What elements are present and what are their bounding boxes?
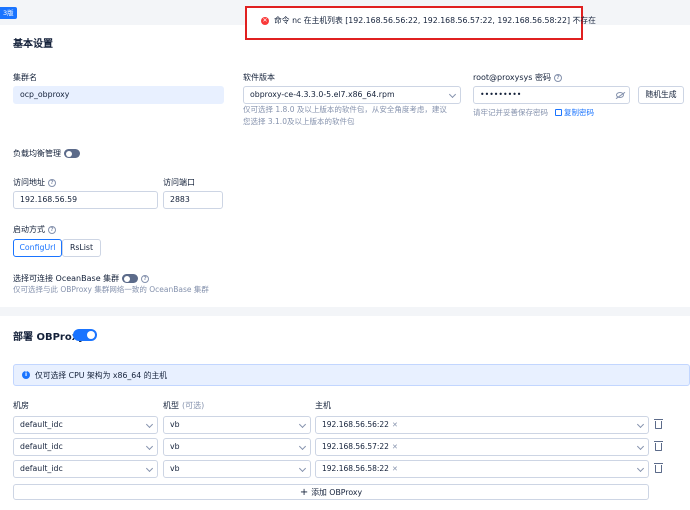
error-icon: ✕ [261, 16, 269, 25]
model-select[interactable]: vb [163, 416, 311, 434]
trash-icon[interactable] [654, 463, 663, 473]
host-tag: 192.168.56.56:22 ✕ [322, 417, 398, 433]
host-tag-label: 192.168.56.58:22 [322, 464, 389, 473]
access-addr-label: 访问地址 [13, 178, 45, 187]
version-select[interactable]: obproxy-ce-4.3.3.0-5.el7.x86_64.rpm [243, 86, 461, 104]
chevron-down-icon [636, 442, 645, 451]
chevron-down-icon [145, 464, 154, 473]
access-addr-label-row: 访问地址 ? [13, 177, 56, 188]
col-idc-header: 机房 [13, 401, 29, 410]
close-icon[interactable]: ✕ [392, 461, 398, 477]
toast-message: 命令 nc 在主机列表 [192.168.56.56:22, 192.168.5… [274, 16, 596, 25]
col-host-header: 主机 [315, 401, 331, 410]
col-model-label: 机型 [163, 401, 179, 410]
chevron-down-icon [145, 420, 154, 429]
connect-label-row: 选择可连接 OceanBase 集群 ? [13, 273, 150, 284]
idc-value: default_idc [20, 442, 63, 451]
cluster-name-label: 集群名 [13, 73, 37, 82]
error-toast: ✕ 命令 nc 在主机列表 [192.168.56.56:22, 192.168… [245, 6, 596, 40]
start-mode-rslist[interactable]: RsList [62, 239, 101, 257]
chevron-down-icon [448, 90, 457, 99]
password-value: ••••••••• [480, 90, 522, 99]
chevron-down-icon [298, 464, 307, 473]
access-addr-input[interactable]: 192.168.56.59 [13, 191, 158, 209]
start-mode-label: 启动方式 [13, 225, 45, 234]
password-label-row: root@proxysys 密码 ? [473, 72, 562, 83]
basic-settings-panel: 基本设置 集群名 ocp_obproxy 软件版本 obproxy-ce-4.3… [0, 25, 690, 307]
password-input[interactable]: ••••••••• [473, 86, 630, 104]
access-port-label: 访问端口 [163, 178, 195, 187]
chevron-down-icon [636, 464, 645, 473]
deploy-toggle[interactable] [73, 329, 97, 341]
lb-toggle[interactable] [64, 149, 80, 158]
idc-value: default_idc [20, 420, 63, 429]
chevron-down-icon [636, 420, 645, 429]
model-select[interactable]: vb [163, 438, 311, 456]
deploy-panel: 部署 OBProxy [0, 316, 690, 510]
host-tag-label: 192.168.56.56:22 [322, 420, 389, 429]
version-label: 软件版本 [243, 73, 275, 82]
connect-label: 选择可连接 OceanBase 集群 [13, 274, 120, 283]
trash-icon[interactable] [654, 441, 663, 451]
help-icon[interactable]: ? [553, 73, 562, 82]
host-select[interactable]: 192.168.56.57:22 ✕ [315, 438, 649, 456]
col-model-optional: (可选) [182, 401, 205, 410]
help-icon[interactable]: ? [48, 225, 56, 234]
host-select[interactable]: 192.168.56.56:22 ✕ [315, 416, 649, 434]
model-value: vb [170, 420, 180, 429]
chevron-down-icon [298, 420, 307, 429]
close-icon[interactable]: ✕ [392, 417, 398, 433]
idc-select[interactable]: default_idc [13, 416, 158, 434]
host-tag: 192.168.56.57:22 ✕ [322, 439, 398, 455]
add-obproxy-button[interactable]: + 添加 OBProxy [13, 484, 649, 500]
host-select[interactable]: 192.168.56.58:22 ✕ [315, 460, 649, 478]
model-value: vb [170, 464, 180, 473]
chevron-down-icon [145, 442, 154, 451]
chevron-down-icon [298, 442, 307, 451]
col-model-header: 机型 (可选) [163, 400, 204, 411]
connect-hint: 仅可选择与此 OBProxy 集群网络一致的 OceanBase 集群 [13, 285, 209, 294]
host-tag: 192.168.56.58:22 ✕ [322, 461, 398, 477]
random-generate-button[interactable]: 随机生成 [638, 86, 684, 104]
access-port-input[interactable]: 2883 [163, 191, 223, 209]
close-icon[interactable]: ✕ [392, 439, 398, 455]
eye-off-icon[interactable] [616, 92, 624, 98]
info-text: 仅可选择 CPU 架构为 x86_64 的主机 [35, 370, 168, 380]
cluster-name-input[interactable]: ocp_obproxy [13, 86, 224, 104]
corner-badge: 3版 [0, 7, 17, 19]
copy-password-link[interactable]: 复制密码 [555, 107, 594, 118]
copy-icon [555, 109, 562, 116]
idc-select[interactable]: default_idc [13, 438, 158, 456]
info-alert: i 仅可选择 CPU 架构为 x86_64 的主机 [13, 364, 690, 386]
password-label: root@proxysys 密码 [473, 73, 551, 82]
host-tag-label: 192.168.56.57:22 [322, 442, 389, 451]
plus-icon: + [299, 486, 309, 498]
help-icon[interactable]: ? [48, 178, 56, 187]
lb-label: 负载均衡管理 [13, 149, 61, 158]
info-icon: i [22, 371, 30, 379]
help-icon[interactable]: ? [141, 274, 150, 283]
idc-select[interactable]: default_idc [13, 460, 158, 478]
copy-password-label: 复制密码 [564, 108, 594, 117]
model-select[interactable]: vb [163, 460, 311, 478]
version-hint-1: 仅可选择 1.8.0 及以上版本的软件包，从安全角度考虑，建议 [243, 105, 447, 114]
connect-toggle[interactable] [122, 274, 139, 283]
version-value: obproxy-ce-4.3.3.0-5.el7.x86_64.rpm [250, 90, 395, 99]
idc-value: default_idc [20, 464, 63, 473]
basic-settings-title: 基本设置 [13, 39, 53, 50]
start-mode-configurl[interactable]: ConfigUrl [13, 239, 62, 257]
version-hint-2: 您选择 3.1.0及以上版本的软件包 [243, 117, 355, 126]
model-value: vb [170, 442, 180, 451]
add-obproxy-label: 添加 OBProxy [311, 487, 363, 497]
trash-icon[interactable] [654, 419, 663, 429]
password-hint: 请牢记并妥善保存密码 [473, 108, 548, 117]
start-mode-label-row: 启动方式 ? [13, 224, 56, 235]
